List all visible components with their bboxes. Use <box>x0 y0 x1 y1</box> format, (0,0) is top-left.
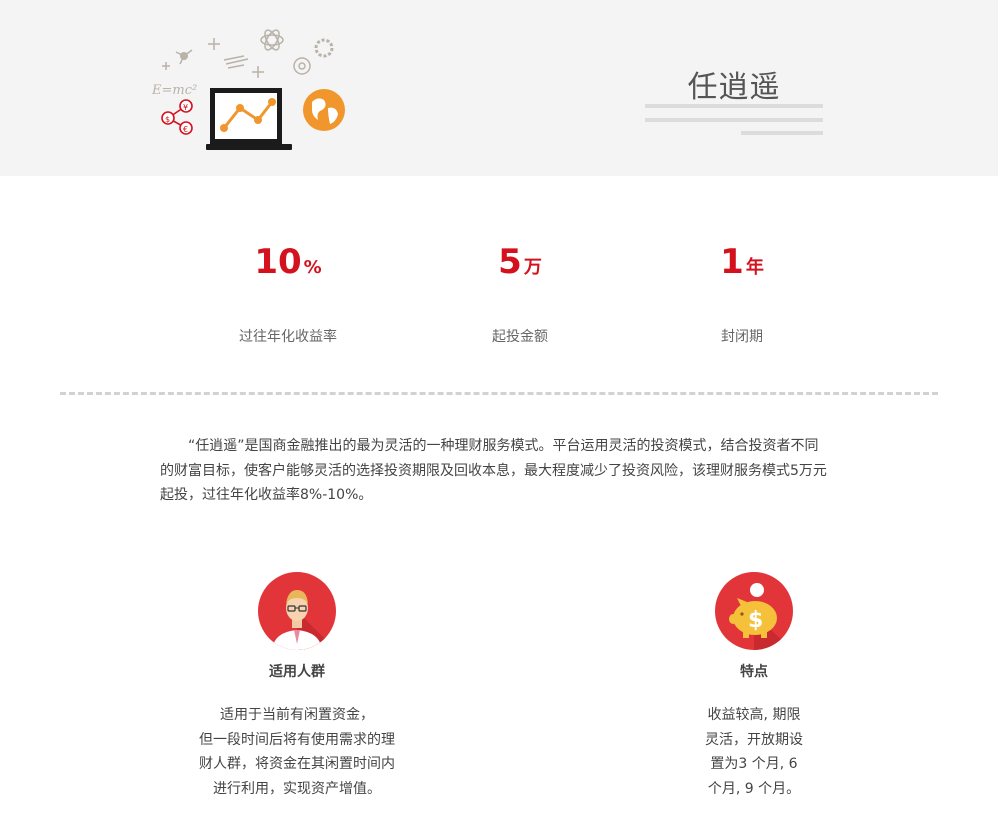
decor-line <box>645 104 823 108</box>
product-description: “任逍遥”是国商金融推出的最为灵活的一种理财服务模式。平台运用灵活的投资模式，结… <box>160 438 827 503</box>
piggy-bank-dollar-icon: $ <box>715 572 793 650</box>
stat-value: 1 <box>720 242 744 282</box>
feature-line: 适用于当前有闲置资金， <box>220 707 374 723</box>
feature-line: 财人群，将资金在其闲置时间内 <box>199 756 395 772</box>
stat-unit: 年 <box>745 257 764 278</box>
stat-value: 5 <box>498 242 522 282</box>
feature-line: 收益较高, 期限 <box>707 707 801 723</box>
feature-line: 进行利用，实现资产增值。 <box>213 780 381 797</box>
laptop-growth-chart-icon: E=mc² $ ¥ € <box>151 29 345 150</box>
hero-banner: E=mc² $ ¥ € 任逍遥 <box>0 0 998 176</box>
feature-target-users: 适用人群 适用于当前有闲置资金， 但一段时间后将有使用需求的理 财人群，将资金在… <box>177 572 417 801</box>
svg-text:$: $ <box>748 608 763 633</box>
stat-label: 过往年化收益率 <box>239 329 337 345</box>
stat-label: 封闭期 <box>721 329 763 345</box>
businessman-avatar-icon <box>258 572 336 650</box>
formula-text: E=mc² <box>151 83 197 98</box>
feature-line: 但一段时间后将有使用需求的理 <box>199 731 395 748</box>
feature-line: 置为3 个月, 6 <box>710 756 798 772</box>
stat-unit: 万 <box>523 257 542 278</box>
feature-text: 收益较高, 期限 灵活，开放期设 置为3 个月, 6 个月, 9 个月。 <box>634 703 874 801</box>
svg-text:$: $ <box>165 115 170 124</box>
decor-line <box>741 131 823 135</box>
dashed-divider <box>60 392 938 395</box>
stat-value: 10 <box>254 242 302 282</box>
feature-line: 个月, 9 个月。 <box>707 780 801 797</box>
feature-title: 适用人群 <box>269 664 325 680</box>
stat-unit: % <box>303 257 322 278</box>
stat-min-investment: 5万 起投金额 <box>420 240 620 346</box>
decor-line <box>645 118 823 122</box>
feature-line: 灵活，开放期设 <box>705 731 803 748</box>
stat-lock-period: 1年 封闭期 <box>642 240 842 346</box>
svg-text:€: € <box>183 125 188 134</box>
hero-title: 任逍遥 <box>687 70 781 105</box>
stat-annual-yield: 10% 过往年化收益率 <box>188 240 388 346</box>
svg-text:¥: ¥ <box>183 103 188 112</box>
feature-text: 适用于当前有闲置资金， 但一段时间后将有使用需求的理 财人群，将资金在其闲置时间… <box>177 703 417 801</box>
feature-title: 特点 <box>740 664 768 680</box>
feature-characteristics: $ 特点 收益较高, 期限 灵活，开放期设 置为3 个月, 6 个月, 9 个月… <box>634 572 874 801</box>
stat-label: 起投金额 <box>492 329 548 345</box>
